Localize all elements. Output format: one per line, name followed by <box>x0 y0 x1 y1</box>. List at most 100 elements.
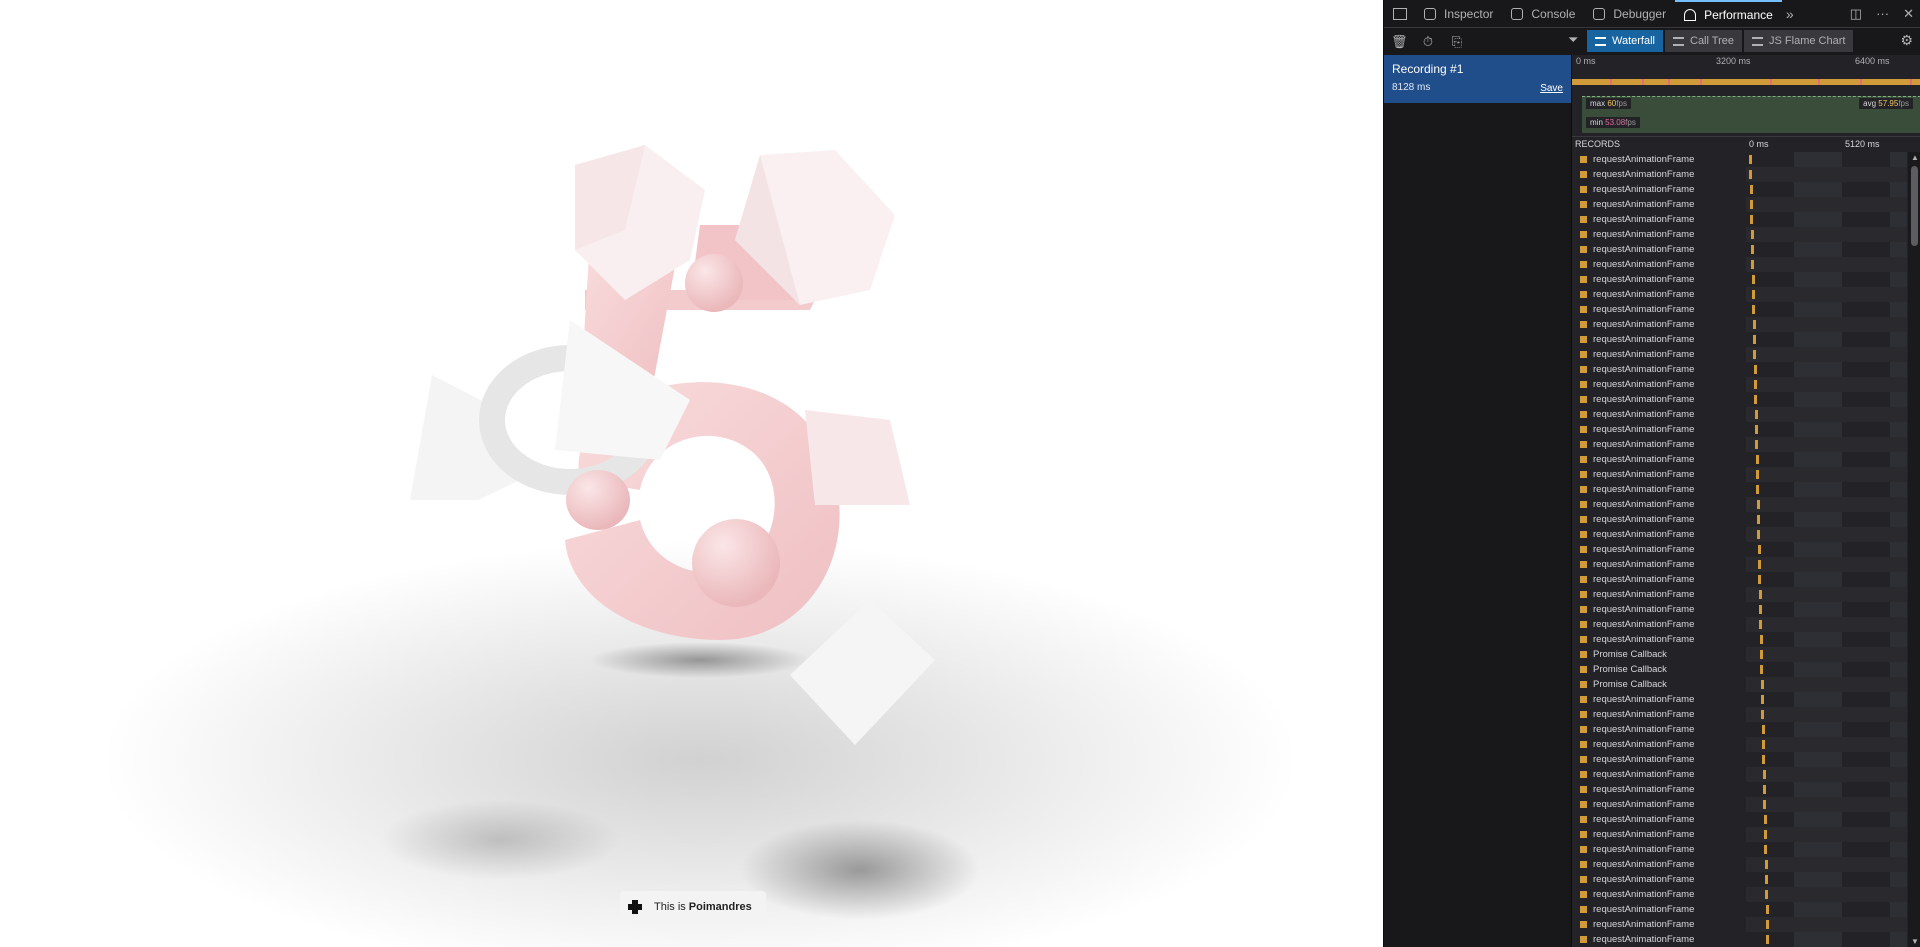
record-row[interactable]: requestAnimationFrame <box>1572 242 1907 257</box>
poimandres-logo-icon <box>628 899 642 914</box>
record-row[interactable]: requestAnimationFrame <box>1572 797 1907 812</box>
record-row[interactable]: requestAnimationFrame <box>1572 362 1907 377</box>
record-row[interactable]: requestAnimationFrame <box>1572 167 1907 182</box>
record-row[interactable]: requestAnimationFrame <box>1572 557 1907 572</box>
marker <box>1668 79 1670 85</box>
record-row[interactable]: Promise Callback <box>1572 677 1907 692</box>
record-row[interactable]: requestAnimationFrame <box>1572 467 1907 482</box>
import-icon[interactable]: ⎘ <box>1449 34 1465 50</box>
tab-console[interactable]: Console <box>1502 0 1584 27</box>
record-row[interactable]: requestAnimationFrame <box>1572 512 1907 527</box>
record-row[interactable]: requestAnimationFrame <box>1572 782 1907 797</box>
scrollbar-thumb[interactable] <box>1911 166 1918 246</box>
element-picker-icon[interactable] <box>1393 7 1407 20</box>
record-row[interactable]: requestAnimationFrame <box>1572 917 1907 932</box>
record-row[interactable]: requestAnimationFrame <box>1572 422 1907 437</box>
tab-js-flame-chart[interactable]: JS Flame Chart <box>1744 30 1854 52</box>
record-row[interactable]: requestAnimationFrame <box>1572 227 1907 242</box>
record-row[interactable]: requestAnimationFrame <box>1572 887 1907 902</box>
record-row[interactable]: requestAnimationFrame <box>1572 617 1907 632</box>
scroll-down-icon[interactable]: ▼ <box>1911 937 1919 946</box>
record-waterfall <box>1746 452 1907 467</box>
record-row[interactable]: Promise Callback <box>1572 647 1907 662</box>
record-row[interactable]: requestAnimationFrame <box>1572 602 1907 617</box>
record-row[interactable]: requestAnimationFrame <box>1572 437 1907 452</box>
record-waterfall <box>1746 512 1907 527</box>
record-row[interactable]: requestAnimationFrame <box>1572 287 1907 302</box>
more-tabs-chevron-icon[interactable]: » <box>1786 6 1794 22</box>
tab-performance[interactable]: Performance <box>1675 0 1782 27</box>
record-row[interactable]: requestAnimationFrame <box>1572 332 1907 347</box>
record-row[interactable]: requestAnimationFrame <box>1572 632 1907 647</box>
record-row[interactable]: requestAnimationFrame <box>1572 737 1907 752</box>
record-row[interactable]: requestAnimationFrame <box>1572 752 1907 767</box>
records-list[interactable]: requestAnimationFrame requestAnimationFra… <box>1572 152 1907 947</box>
record-row[interactable]: requestAnimationFrame <box>1572 272 1907 287</box>
record-row[interactable]: requestAnimationFrame <box>1572 827 1907 842</box>
record-row[interactable]: requestAnimationFrame <box>1572 317 1907 332</box>
record-row[interactable]: requestAnimationFrame <box>1572 302 1907 317</box>
waterfall-tick: 0 ms <box>1749 139 1769 149</box>
scroll-up-icon[interactable]: ▲ <box>1911 153 1919 162</box>
record-row[interactable]: requestAnimationFrame <box>1572 692 1907 707</box>
record-row[interactable]: requestAnimationFrame <box>1572 197 1907 212</box>
record-color-square <box>1580 531 1587 538</box>
record-row[interactable]: requestAnimationFrame <box>1572 377 1907 392</box>
performance-icon <box>1684 8 1697 21</box>
record-waterfall <box>1746 197 1907 212</box>
record-row[interactable]: requestAnimationFrame <box>1572 392 1907 407</box>
record-row[interactable]: requestAnimationFrame <box>1572 857 1907 872</box>
tab-waterfall[interactable]: Waterfall <box>1587 30 1663 52</box>
record-row[interactable]: requestAnimationFrame <box>1572 527 1907 542</box>
record-row[interactable]: requestAnimationFrame <box>1572 932 1907 947</box>
record-row[interactable]: requestAnimationFrame <box>1572 707 1907 722</box>
record-row[interactable]: requestAnimationFrame <box>1572 767 1907 782</box>
recording-name: Recording #1 <box>1392 62 1464 76</box>
tab-call-tree[interactable]: Call Tree <box>1665 30 1743 52</box>
record-marker <box>1749 155 1752 164</box>
more-options-icon[interactable]: ··· <box>1876 6 1889 21</box>
filter-icon[interactable]: ⏷ <box>1568 32 1578 48</box>
record-label: requestAnimationFrame <box>1593 619 1695 630</box>
records-scrollbar[interactable]: ▲ ▼ <box>1908 152 1920 947</box>
record-row[interactable]: requestAnimationFrame <box>1572 872 1907 887</box>
debugger-icon <box>1593 7 1606 20</box>
record-color-square <box>1580 366 1587 373</box>
overview-graph[interactable]: 0 ms 3200 ms 6400 ms max 60fps avg 57.95… <box>1572 55 1920 137</box>
record-row[interactable]: requestAnimationFrame <box>1572 212 1907 227</box>
tab-inspector[interactable]: Inspector <box>1415 0 1502 27</box>
record-row[interactable]: requestAnimationFrame <box>1572 497 1907 512</box>
record-label: requestAnimationFrame <box>1593 589 1695 600</box>
canvas-scene[interactable]: This is Poimandres <box>0 0 1383 947</box>
record-color-square <box>1580 396 1587 403</box>
record-row[interactable]: requestAnimationFrame <box>1572 812 1907 827</box>
record-row[interactable]: requestAnimationFrame <box>1572 182 1907 197</box>
record-color-square <box>1580 546 1587 553</box>
save-link[interactable]: Save <box>1540 83 1563 94</box>
recording-item[interactable]: Recording #1 8128 ms Save <box>1384 55 1571 103</box>
gear-icon[interactable]: ⚙ <box>1900 32 1913 49</box>
record-color-square <box>1580 846 1587 853</box>
record-row[interactable]: requestAnimationFrame <box>1572 587 1907 602</box>
record-row[interactable]: requestAnimationFrame <box>1572 722 1907 737</box>
trash-icon[interactable]: 🗑 <box>1391 34 1408 50</box>
poimandres-badge[interactable]: This is Poimandres <box>620 891 766 922</box>
record-row[interactable]: requestAnimationFrame <box>1572 482 1907 497</box>
subtab-label: Call Tree <box>1690 35 1735 47</box>
record-row[interactable]: requestAnimationFrame <box>1572 452 1907 467</box>
stopwatch-icon[interactable]: ⏱ <box>1420 34 1436 50</box>
record-marker <box>1750 200 1753 209</box>
record-row[interactable]: requestAnimationFrame <box>1572 347 1907 362</box>
record-row[interactable]: Promise Callback <box>1572 662 1907 677</box>
record-row[interactable]: requestAnimationFrame <box>1572 257 1907 272</box>
close-icon[interactable]: ✕ <box>1903 6 1914 22</box>
record-row[interactable]: requestAnimationFrame <box>1572 842 1907 857</box>
record-row[interactable]: requestAnimationFrame <box>1572 572 1907 587</box>
record-row[interactable]: requestAnimationFrame <box>1572 152 1907 167</box>
record-row[interactable]: requestAnimationFrame <box>1572 902 1907 917</box>
tab-debugger[interactable]: Debugger <box>1584 0 1675 27</box>
record-row[interactable]: requestAnimationFrame <box>1572 542 1907 557</box>
dock-icon[interactable]: ◫ <box>1850 6 1862 22</box>
record-row[interactable]: requestAnimationFrame <box>1572 407 1907 422</box>
record-waterfall <box>1746 722 1907 737</box>
